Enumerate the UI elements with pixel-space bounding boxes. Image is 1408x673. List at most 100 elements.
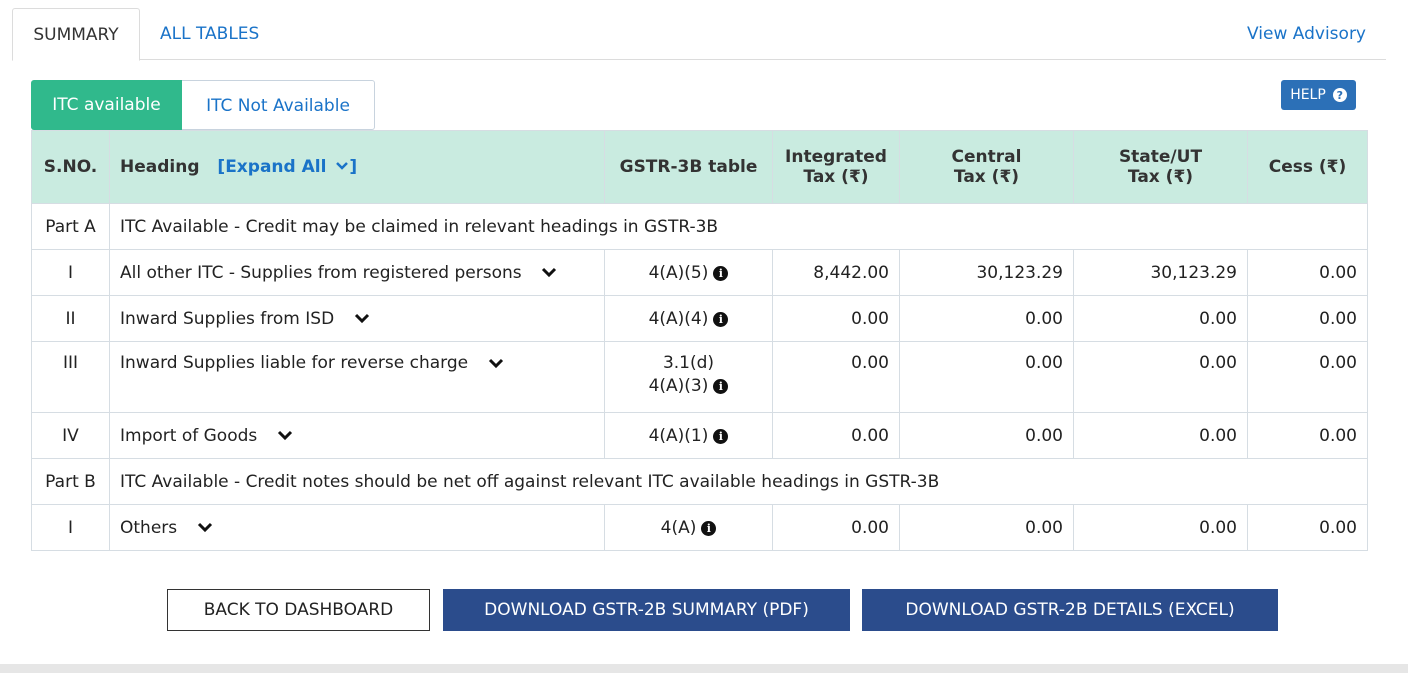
- row-cess: 0.00: [1247, 295, 1368, 342]
- row-central-tax: 0.00: [899, 341, 1074, 413]
- expand-all-bracket: ]: [349, 157, 358, 177]
- column-header-gstr3b: GSTR-3B table: [604, 130, 773, 204]
- help-button[interactable]: HELP ?: [1281, 80, 1356, 110]
- integrated-label-line1: Integrated: [785, 147, 887, 167]
- row-gstr3b-label: 4(A): [660, 517, 697, 538]
- chevron-down-icon[interactable]: [197, 522, 213, 533]
- expand-all-label: [Expand All: [217, 157, 327, 177]
- central-label-line2: Tax (₹): [953, 167, 1020, 187]
- part-a-description: ITC Available - Credit may be claimed in…: [109, 203, 1368, 250]
- row-heading-label: Inward Supplies liable for reverse charg…: [120, 353, 469, 373]
- row-gstr3b-ref: 4(A)(1) i: [604, 412, 773, 459]
- row-cess: 0.00: [1247, 412, 1368, 459]
- row-cess: 0.00: [1247, 504, 1368, 551]
- integrated-label-line2: Tax (₹): [803, 167, 869, 187]
- row-heading-label: All other ITC - Supplies from registered…: [120, 262, 522, 283]
- chevron-down-icon[interactable]: [488, 358, 504, 369]
- row-cess: 0.00: [1247, 249, 1368, 296]
- row-central-tax: 0.00: [899, 295, 1074, 342]
- row-heading: Import of Goods: [109, 412, 605, 459]
- row-heading: Others: [109, 504, 605, 551]
- row-gstr3b-label-line1: 3.1(d): [662, 353, 715, 373]
- row-heading: Inward Supplies liable for reverse charg…: [109, 341, 605, 413]
- row-gstr3b-ref: 3.1(d) 4(A)(3) i: [604, 341, 773, 413]
- chevron-down-icon[interactable]: [277, 430, 293, 441]
- row-cess: 0.00: [1247, 341, 1368, 413]
- itc-summary-table: S.NO. Heading [Expand All ] GSTR-3B tabl…: [31, 130, 1368, 551]
- row-state-tax: 0.00: [1073, 295, 1248, 342]
- part-b-label: Part B: [31, 458, 110, 505]
- state-label-line1: State/UT: [1118, 147, 1203, 167]
- row-central-tax: 0.00: [899, 504, 1074, 551]
- column-header-cess: Cess (₹): [1247, 130, 1368, 204]
- chevron-down-icon[interactable]: [354, 313, 370, 324]
- row-gstr3b-label: 4(A)(5): [648, 262, 709, 283]
- row-heading: All other ITC - Supplies from registered…: [109, 249, 605, 296]
- part-a-label: Part A: [31, 203, 110, 250]
- part-b-description: ITC Available - Credit notes should be n…: [109, 458, 1368, 505]
- tab-itc-available[interactable]: ITC available: [31, 80, 182, 130]
- download-details-excel-button[interactable]: DOWNLOAD GSTR-2B DETAILS (EXCEL): [862, 589, 1278, 631]
- row-integrated-tax: 0.00: [772, 295, 900, 342]
- tab-summary[interactable]: SUMMARY: [12, 8, 140, 61]
- question-circle-icon: ?: [1332, 88, 1347, 102]
- chevron-down-icon[interactable]: [541, 267, 557, 278]
- info-icon[interactable]: i: [713, 379, 729, 394]
- table-header-row: S.NO. Heading [Expand All ] GSTR-3B tabl…: [31, 130, 1368, 204]
- row-gstr3b-ref: 4(A) i: [604, 504, 773, 551]
- row-sno: IV: [31, 412, 110, 459]
- tab-all-tables[interactable]: ALL TABLES: [140, 8, 279, 60]
- view-advisory-link[interactable]: View Advisory: [1247, 8, 1366, 60]
- row-heading-label: Others: [120, 517, 178, 538]
- column-header-state-tax: State/UT Tax (₹): [1073, 130, 1248, 204]
- row-state-tax: 30,123.29: [1073, 249, 1248, 296]
- column-header-sno: S.NO.: [31, 130, 110, 204]
- row-state-tax: 0.00: [1073, 341, 1248, 413]
- central-label-line1: Central: [951, 147, 1022, 167]
- row-heading-label: Inward Supplies from ISD: [120, 308, 335, 329]
- row-sno: I: [31, 504, 110, 551]
- table-row: III Inward Supplies liable for reverse c…: [31, 341, 1368, 413]
- download-summary-pdf-button[interactable]: DOWNLOAD GSTR-2B SUMMARY (PDF): [443, 589, 850, 631]
- row-gstr3b-label: 4(A)(4): [648, 308, 709, 329]
- row-gstr3b-ref: 4(A)(4) i: [604, 295, 773, 342]
- info-icon[interactable]: i: [701, 520, 717, 536]
- row-gstr3b-ref: 4(A)(5) i: [604, 249, 773, 296]
- column-header-heading: Heading [Expand All ]: [109, 130, 605, 204]
- row-integrated-tax: 0.00: [772, 412, 900, 459]
- row-state-tax: 0.00: [1073, 412, 1248, 459]
- row-integrated-tax: 0.00: [772, 341, 900, 413]
- row-gstr3b-label-line2: 4(A)(3): [648, 376, 709, 396]
- back-to-dashboard-button[interactable]: BACK TO DASHBOARD: [167, 589, 430, 631]
- row-sno: I: [31, 249, 110, 296]
- row-gstr3b-label: 4(A)(1): [648, 425, 709, 446]
- expand-all-link[interactable]: [Expand All ]: [217, 157, 357, 177]
- top-tabs: SUMMARY ALL TABLES View Advisory: [12, 8, 1386, 61]
- row-heading: Inward Supplies from ISD: [109, 295, 605, 342]
- row-sno: II: [31, 295, 110, 342]
- table-row: I Others 4(A) i 0.00 0.00 0.00 0.00: [31, 504, 1368, 551]
- info-icon[interactable]: i: [713, 428, 729, 444]
- part-a-row: Part A ITC Available - Credit may be cla…: [31, 203, 1368, 250]
- info-icon[interactable]: i: [713, 311, 729, 327]
- heading-label: Heading: [120, 157, 200, 177]
- column-header-integrated-tax: Integrated Tax (₹): [772, 130, 900, 204]
- row-state-tax: 0.00: [1073, 504, 1248, 551]
- row-central-tax: 30,123.29: [899, 249, 1074, 296]
- row-integrated-tax: 8,442.00: [772, 249, 900, 296]
- info-icon[interactable]: i: [713, 265, 729, 281]
- help-label: HELP: [1290, 87, 1326, 103]
- row-integrated-tax: 0.00: [772, 504, 900, 551]
- row-sno: III: [31, 341, 110, 413]
- chevron-down-icon: [336, 162, 349, 170]
- table-row: II Inward Supplies from ISD 4(A)(4) i 0.0…: [31, 295, 1368, 342]
- table-row: IV Import of Goods 4(A)(1) i 0.00 0.00 0.…: [31, 412, 1368, 459]
- row-gstr3b-line2: 4(A)(3) i: [615, 376, 762, 396]
- page-footer-strip: [0, 664, 1408, 673]
- row-heading-label: Import of Goods: [120, 425, 258, 446]
- column-header-central-tax: Central Tax (₹): [899, 130, 1074, 204]
- table-row: I All other ITC - Supplies from register…: [31, 249, 1368, 296]
- state-label-line2: Tax (₹): [1127, 167, 1194, 187]
- part-b-row: Part B ITC Available - Credit notes shou…: [31, 458, 1368, 505]
- tab-itc-not-available[interactable]: ITC Not Available: [182, 80, 375, 130]
